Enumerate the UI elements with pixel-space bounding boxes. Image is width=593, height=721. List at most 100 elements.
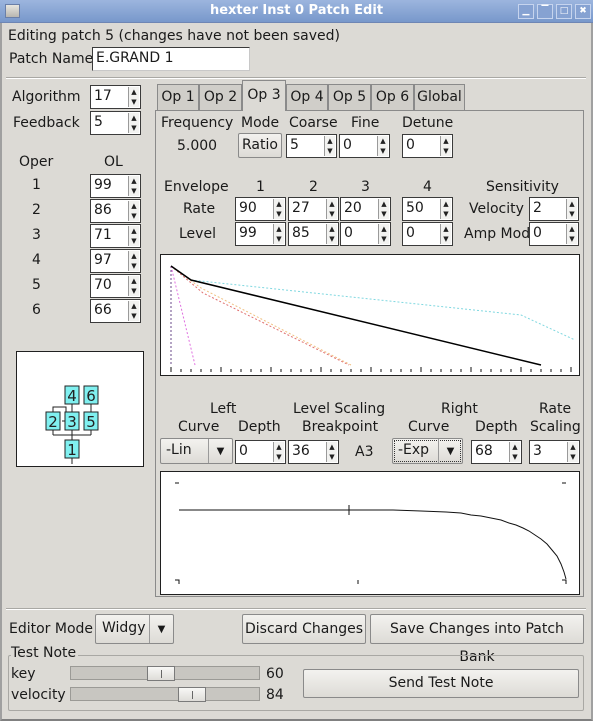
spin-down-icon[interactable]: ▼ (441, 234, 451, 244)
spin-up-icon[interactable]: ▲ (568, 442, 578, 452)
spin-up-icon[interactable]: ▲ (274, 442, 284, 452)
tab-op-3[interactable]: Op 3 (242, 80, 286, 111)
ampmod-sens-spinner[interactable]: 0 ▲ ▼ (529, 222, 579, 246)
env-rate-spinner[interactable]: 27 ▲ ▼ (288, 197, 339, 221)
spin-down-icon[interactable]: ▼ (568, 452, 578, 462)
spin-down-icon[interactable]: ▼ (567, 209, 577, 219)
algorithm-spinner[interactable]: 17 ▲ ▼ (90, 85, 141, 109)
env-level-spinner[interactable]: 85 ▲ ▼ (288, 222, 339, 246)
op-level-spinner[interactable]: 97 ▲ ▼ (90, 249, 141, 273)
op-level-spinner[interactable]: 99 ▲ ▼ (90, 174, 141, 198)
env-level-spinner[interactable]: 99 ▲ ▼ (235, 222, 286, 246)
op-level-spinner[interactable]: 66 ▲ ▼ (90, 299, 141, 323)
spin-up-icon[interactable]: ▲ (274, 199, 284, 209)
spin-up-icon[interactable]: ▲ (129, 226, 139, 236)
spin-up-icon[interactable]: ▲ (325, 136, 335, 146)
spin-down-icon[interactable]: ▼ (378, 146, 388, 156)
spin-up-icon[interactable]: ▲ (441, 136, 451, 146)
breakpoint-spinner[interactable]: 36 ▲ ▼ (288, 440, 339, 464)
spin-down-icon[interactable]: ▼ (379, 209, 389, 219)
env-rate-spinner[interactable]: 50 ▲ ▼ (402, 197, 453, 221)
spin-down-icon[interactable]: ▼ (274, 209, 284, 219)
tab-op-6[interactable]: Op 6 (371, 84, 414, 110)
spin-down-icon[interactable]: ▼ (129, 97, 139, 107)
spin-down-icon[interactable]: ▼ (274, 452, 284, 462)
env-level-spinner[interactable]: 0 ▲ ▼ (340, 222, 391, 246)
spin-up-icon[interactable]: ▲ (129, 113, 139, 123)
spin-up-icon[interactable]: ▲ (567, 224, 577, 234)
tab-op-5[interactable]: Op 5 (328, 84, 371, 110)
spin-up-icon[interactable]: ▲ (129, 201, 139, 211)
spin-up-icon[interactable]: ▲ (510, 442, 520, 452)
discard-changes-button[interactable]: Discard Changes (242, 614, 366, 644)
env-rate-spinner[interactable]: 20 ▲ ▼ (340, 197, 391, 221)
spin-down-icon[interactable]: ▼ (327, 234, 337, 244)
velocity-slider[interactable] (70, 687, 260, 702)
rate-scaling-spinner[interactable]: 3 ▲ ▼ (529, 440, 580, 464)
spin-down-icon[interactable]: ▼ (567, 234, 577, 244)
spin-down-icon[interactable]: ▼ (129, 236, 139, 246)
spin-down-icon[interactable]: ▼ (274, 234, 284, 244)
env-rate-spinner[interactable]: 90 ▲ ▼ (235, 197, 286, 221)
tab-op-1[interactable]: Op 1 (157, 84, 199, 110)
spin-up-icon[interactable]: ▲ (129, 87, 139, 97)
shade-button[interactable]: ▔ (537, 4, 553, 19)
close-button[interactable]: ✖ (575, 4, 591, 19)
spin-down-icon[interactable]: ▼ (510, 452, 520, 462)
tab-global[interactable]: Global (414, 84, 465, 110)
velocity-sens-spinner[interactable]: 2 ▲ ▼ (529, 197, 579, 221)
spin-up-icon[interactable]: ▲ (327, 199, 337, 209)
key-slider[interactable] (70, 666, 260, 681)
maximize-button[interactable]: □ (556, 4, 572, 19)
key-slider-thumb[interactable] (147, 666, 176, 681)
mode-ratio-button[interactable]: Ratio (238, 133, 282, 158)
spin-down-icon[interactable]: ▼ (327, 452, 337, 462)
left-curve-combo[interactable]: -Lin ▼ (160, 438, 233, 464)
spin-up-icon[interactable]: ▲ (441, 224, 451, 234)
right-curve-combo[interactable]: -Exp ▼ (392, 438, 463, 464)
feedback-spinner[interactable]: 5 ▲ ▼ (90, 111, 141, 135)
send-test-note-button[interactable]: Send Test Note (303, 669, 579, 698)
spin-down-icon[interactable]: ▼ (441, 146, 451, 156)
editor-mode-combo[interactable]: Widgy ▼ (95, 614, 174, 644)
spin-down-icon[interactable]: ▼ (129, 286, 139, 296)
spin-up-icon[interactable]: ▲ (379, 199, 389, 209)
tab-op-2[interactable]: Op 2 (199, 84, 242, 110)
detune-spinner[interactable]: 0 ▲ ▼ (402, 134, 453, 158)
spin-up-icon[interactable]: ▲ (129, 276, 139, 286)
spin-up-icon[interactable]: ▲ (378, 136, 388, 146)
env-level-spinner[interactable]: 0 ▲ ▼ (402, 222, 453, 246)
spin-down-icon[interactable]: ▼ (129, 186, 139, 196)
spin-down-icon[interactable]: ▼ (129, 311, 139, 321)
spin-up-icon[interactable]: ▲ (129, 251, 139, 261)
save-changes-button[interactable]: Save Changes into Patch Bank (370, 614, 584, 665)
op-level-spinner[interactable]: 71 ▲ ▼ (90, 224, 141, 248)
spin-down-icon[interactable]: ▼ (129, 261, 139, 271)
spin-up-icon[interactable]: ▲ (129, 176, 139, 186)
op-level-spinner[interactable]: 70 ▲ ▼ (90, 274, 141, 298)
envelope-graph[interactable] (160, 254, 580, 376)
left-depth-spinner[interactable]: 0 ▲ ▼ (235, 440, 286, 464)
patch-name-input[interactable]: E.GRAND 1 (92, 47, 250, 71)
spin-down-icon[interactable]: ▼ (325, 146, 335, 156)
spin-up-icon[interactable]: ▲ (379, 224, 389, 234)
spin-down-icon[interactable]: ▼ (129, 211, 139, 221)
spin-down-icon[interactable]: ▼ (379, 234, 389, 244)
spin-down-icon[interactable]: ▼ (129, 123, 139, 133)
spin-up-icon[interactable]: ▲ (327, 442, 337, 452)
spin-up-icon[interactable]: ▲ (327, 224, 337, 234)
fine-spinner[interactable]: 0 ▲ ▼ (339, 134, 390, 158)
coarse-spinner[interactable]: 5 ▲ ▼ (286, 134, 337, 158)
tab-op-4[interactable]: Op 4 (286, 84, 328, 110)
right-depth-spinner[interactable]: 68 ▲ ▼ (471, 440, 522, 464)
spin-up-icon[interactable]: ▲ (274, 224, 284, 234)
spin-up-icon[interactable]: ▲ (567, 199, 577, 209)
minimize-button[interactable]: ▁ (518, 4, 534, 19)
spin-up-icon[interactable]: ▲ (441, 199, 451, 209)
velocity-slider-thumb[interactable] (177, 687, 206, 702)
spin-up-icon[interactable]: ▲ (129, 301, 139, 311)
level-scaling-graph[interactable] (160, 471, 580, 595)
spin-down-icon[interactable]: ▼ (441, 209, 451, 219)
spin-down-icon[interactable]: ▼ (327, 209, 337, 219)
op-level-spinner[interactable]: 86 ▲ ▼ (90, 199, 141, 223)
